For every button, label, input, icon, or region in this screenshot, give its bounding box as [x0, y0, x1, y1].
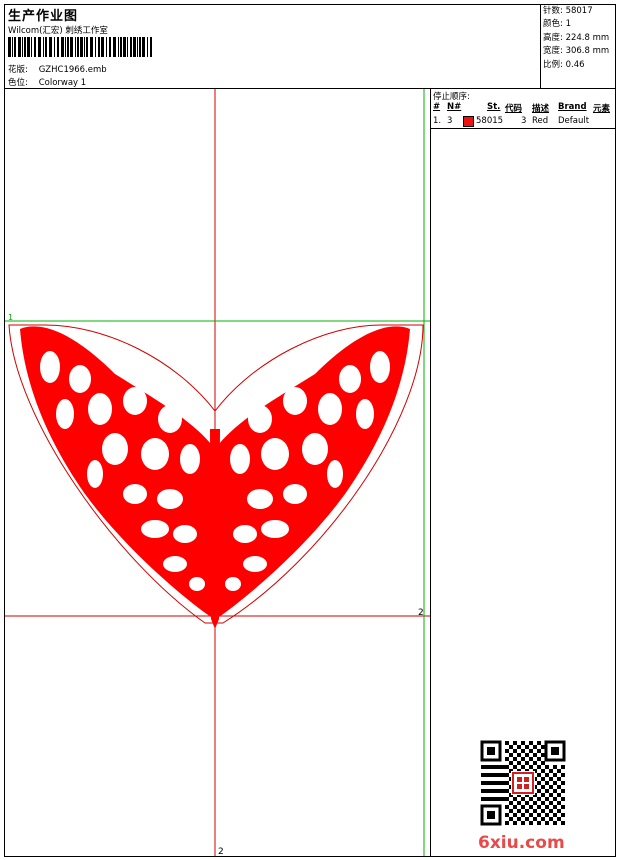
- design-file-name: GZHC1966.emb: [38, 65, 107, 75]
- design-canvas: 1 2 2: [5, 89, 431, 856]
- barcode: [8, 37, 152, 57]
- embroidery-preview: 1 2 2: [5, 89, 430, 856]
- row-brand: Default: [558, 116, 590, 126]
- marker-bottom: 2: [218, 847, 224, 856]
- col-description: 描述: [532, 104, 550, 114]
- col-code: 代码: [505, 104, 523, 114]
- row-stitches: 58015: [476, 116, 504, 126]
- seal-icon: [512, 772, 534, 794]
- company-name: Wilcom(汇宏) 刺绣工作室: [8, 26, 108, 36]
- design-file-row: 花版: GZHC1966.emb: [8, 63, 107, 75]
- col-stitches: St.: [487, 102, 501, 112]
- page-title: 生产作业图: [8, 9, 79, 24]
- row-index: 1.: [433, 116, 442, 126]
- watermark-logo: 6xiu.com: [478, 833, 565, 853]
- qr-code: [480, 740, 566, 826]
- table-row: 1. 3 58015 3 Red Default: [431, 115, 615, 129]
- header-block: 生产作业图 Wilcom(汇宏) 刺绣工作室 花版: GZHC1966.emb …: [5, 5, 541, 89]
- row-needle: 3: [447, 116, 453, 126]
- stat-height: 高度: 224.8 mm: [543, 32, 610, 43]
- col-element: 元素: [593, 104, 611, 114]
- stat-colors: 颜色: 1: [543, 19, 571, 30]
- worksheet: 生产作业图 Wilcom(汇宏) 刺绣工作室 花版: GZHC1966.emb …: [4, 4, 616, 857]
- stat-stitches: 针数: 58017: [543, 6, 593, 16]
- marker-top-left: 1: [8, 313, 13, 322]
- colorway-label: 色位:: [8, 78, 28, 88]
- row-code: 3: [521, 116, 527, 126]
- col-needle: N#: [447, 102, 462, 112]
- row-description: Red: [532, 116, 549, 126]
- design-stats: 针数: 58017 颜色: 1 高度: 224.8 mm 宽度: 306.8 m…: [541, 5, 615, 89]
- colorway-row: 色位: Colorway 1: [8, 76, 86, 88]
- col-brand: Brand: [558, 102, 587, 112]
- stat-scale: 比例: 0.46: [543, 59, 585, 70]
- marker-right: 2: [418, 608, 424, 618]
- col-index: #: [433, 102, 441, 112]
- colorway-name: Colorway 1: [38, 78, 87, 88]
- stop-sequence-panel: 停止顺序: # N# St. 代码 描述 Brand 元素 1. 3 58015…: [431, 89, 615, 856]
- stop-sequence-header: # N# St. 代码 描述 Brand 元素: [431, 101, 615, 115]
- stat-width: 宽度: 306.8 mm: [543, 46, 610, 57]
- color-swatch: [463, 116, 474, 127]
- design-label: 花版:: [8, 65, 28, 75]
